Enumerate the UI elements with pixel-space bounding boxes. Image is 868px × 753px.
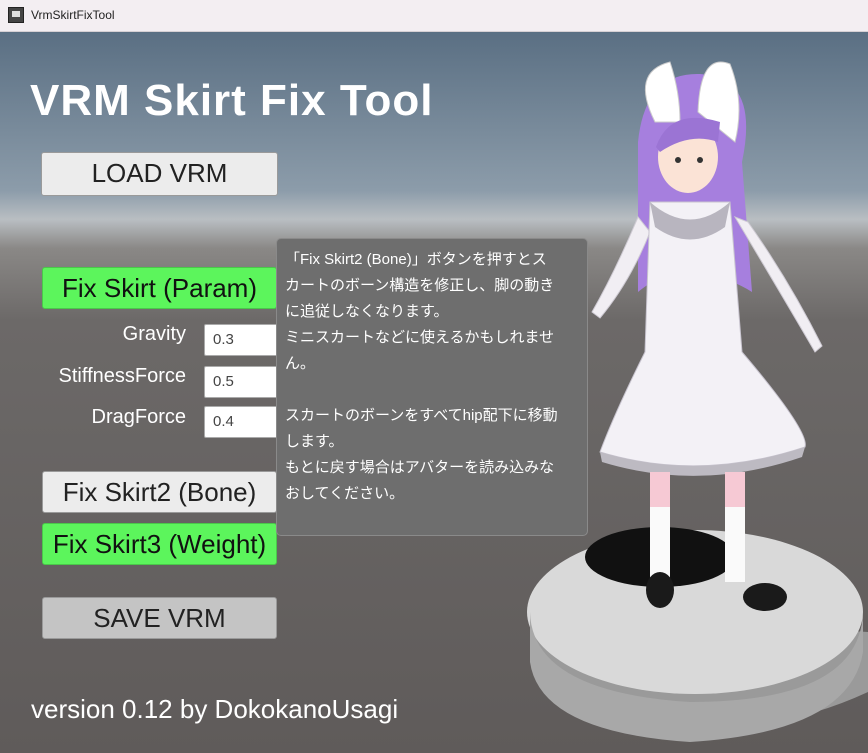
app-title: VRM Skirt Fix Tool <box>30 76 434 125</box>
stiffness-force-label: StiffnessForce <box>58 365 186 387</box>
load-vrm-button[interactable]: LOAD VRM <box>41 152 278 196</box>
version-label: version 0.12 by DokokanoUsagi <box>31 694 399 724</box>
save-vrm-button[interactable]: SAVE VRM <box>42 597 277 639</box>
gravity-label: Gravity <box>122 323 186 345</box>
tooltip-line: に追従しなくなります。 <box>285 303 449 320</box>
tooltip-line <box>285 377 579 403</box>
tooltip-line: カートのボーン構造を修正し、脚の動き <box>285 277 555 294</box>
scene-viewport: VRM Skirt Fix Tool LOAD VRM Fix Skirt (P… <box>0 32 868 753</box>
fix-skirt-param-button[interactable]: Fix Skirt (Param) <box>42 267 277 309</box>
tooltip-line: スカートのボーンをすべてhip配下に移動 <box>285 407 558 424</box>
tooltip-line: ん。 <box>285 355 316 372</box>
tooltip-line: します。 <box>285 433 344 450</box>
tooltip-line: ミニスカートなどに使えるかもしれませ <box>285 329 555 346</box>
fix-skirt2-bone-button[interactable]: Fix Skirt2 (Bone) <box>42 471 277 513</box>
window-title: VrmSkirtFixTool <box>31 8 115 22</box>
drag-force-input[interactable]: 0.4 <box>204 406 284 438</box>
stiffness-force-input[interactable]: 0.5 <box>204 366 284 398</box>
drag-force-label: DragForce <box>91 406 186 428</box>
app-icon <box>8 7 24 23</box>
tooltip-line: 「Fix Skirt2 (Bone)」ボタンを押すとス <box>285 251 547 268</box>
fix-skirt3-weight-button[interactable]: Fix Skirt3 (Weight) <box>42 523 277 565</box>
tooltip-line: おしてください。 <box>285 485 405 502</box>
tooltip-line: もとに戻す場合はアバターを読み込みな <box>285 459 555 476</box>
fix-skirt2-tooltip: 「Fix Skirt2 (Bone)」ボタンを押すとス カートのボーン構造を修正… <box>276 238 588 536</box>
window-titlebar: VrmSkirtFixTool <box>0 0 868 32</box>
gravity-input[interactable]: 0.3 <box>204 324 284 356</box>
